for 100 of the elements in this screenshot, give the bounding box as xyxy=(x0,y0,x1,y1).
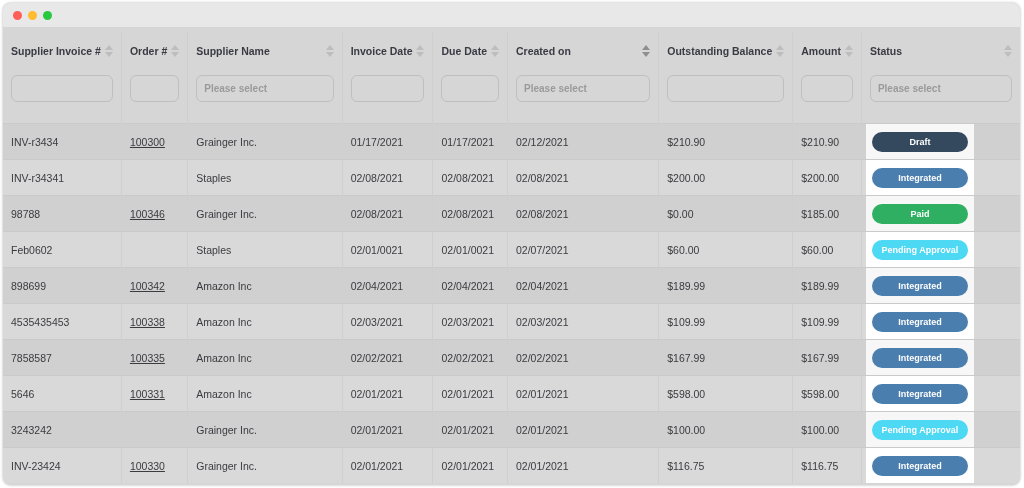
column-header: Outstanding Balance xyxy=(667,45,773,57)
order-link[interactable]: 100330 xyxy=(129,459,165,472)
column-header: Amount xyxy=(801,45,841,57)
sort-icon[interactable] xyxy=(776,45,785,57)
sort-icon[interactable] xyxy=(1004,45,1012,57)
column-header: Due Date xyxy=(441,45,487,57)
table-cell: 898699 xyxy=(11,279,47,292)
table-cell: INV-r34341 xyxy=(11,171,65,184)
table-cell: 02/02/2021 xyxy=(350,351,404,364)
table-cell: 02/01/2021 xyxy=(516,423,569,436)
table-cell: $60.00 xyxy=(667,243,700,256)
table-cell: 02/08/2021 xyxy=(441,207,495,220)
table-cell: 5646 xyxy=(11,387,35,400)
table-cell: 3243242 xyxy=(11,423,52,436)
table-cell: $598.00 xyxy=(801,387,840,400)
table-cell: 02/01/0021 xyxy=(441,243,495,256)
table-cell: 02/04/2021 xyxy=(516,279,569,292)
table-cell: 02/03/2021 xyxy=(441,315,495,328)
table-cell: Grainger Inc. xyxy=(196,135,257,148)
column-header: Order # xyxy=(129,45,168,57)
table-cell: 01/17/2021 xyxy=(350,135,404,148)
status-badge: Integrated xyxy=(871,167,968,188)
table-cell: 02/02/2021 xyxy=(441,351,495,364)
status-badge: Integrated xyxy=(871,275,968,296)
table-cell: 02/04/2021 xyxy=(350,279,404,292)
table-cell: $210.90 xyxy=(667,135,706,148)
status-badge: Pending Approval xyxy=(871,419,968,440)
table-cell: 02/12/2021 xyxy=(516,135,569,148)
table-cell: Grainger Inc. xyxy=(196,423,257,436)
sort-icon[interactable] xyxy=(104,45,113,57)
table-cell: 02/01/2021 xyxy=(441,459,495,472)
table-cell: 02/01/2021 xyxy=(350,459,404,472)
table-cell: $200.00 xyxy=(801,171,840,184)
table-cell: INV-23424 xyxy=(11,459,61,472)
table-cell: $185.00 xyxy=(801,207,840,220)
table-cell: $116.75 xyxy=(801,459,839,472)
table-cell: $167.99 xyxy=(667,351,706,364)
table-cell: $0.00 xyxy=(667,207,694,220)
order-link[interactable]: 100342 xyxy=(129,279,165,292)
filter-select[interactable]: Please select xyxy=(869,75,1012,102)
sort-icon[interactable] xyxy=(416,45,425,57)
table-cell: $100.00 xyxy=(667,423,706,436)
sort-icon[interactable] xyxy=(171,45,180,57)
table-cell: Grainger Inc. xyxy=(196,459,257,472)
order-link[interactable]: 100346 xyxy=(129,207,165,220)
table-cell: 02/01/2021 xyxy=(516,459,569,472)
table-cell: 01/17/2021 xyxy=(441,135,495,148)
table-cell: 02/02/2021 xyxy=(516,351,569,364)
status-badge: Paid xyxy=(871,203,968,224)
status-badge: Integrated xyxy=(871,347,968,368)
order-link[interactable]: 100331 xyxy=(129,387,165,400)
column-header: Invoice Date xyxy=(350,45,413,57)
order-link[interactable]: 100335 xyxy=(129,351,165,364)
status-badge: Draft xyxy=(871,131,968,152)
table-cell: $60.00 xyxy=(801,243,834,256)
table-cell: 02/01/0021 xyxy=(350,243,404,256)
filter-select[interactable]: Please select xyxy=(196,75,334,102)
status-badge: Integrated xyxy=(871,311,968,332)
table-cell: Amazon Inc xyxy=(196,279,252,292)
table-cell: 02/01/2021 xyxy=(441,387,495,400)
table-cell: 02/01/2021 xyxy=(350,423,404,436)
table-cell: $189.99 xyxy=(667,279,706,292)
table-cell: 98788 xyxy=(11,207,41,220)
status-badge: Integrated xyxy=(871,455,968,476)
column-header: Supplier Invoice # xyxy=(11,45,101,57)
sort-icon[interactable] xyxy=(491,45,499,57)
column-header: Status xyxy=(869,45,902,57)
table-cell: 02/03/2021 xyxy=(516,315,569,328)
table-cell: 02/07/2021 xyxy=(516,243,569,256)
table-cell: 02/03/2021 xyxy=(350,315,404,328)
table-cell: $210.90 xyxy=(801,135,840,148)
table-cell: $109.99 xyxy=(667,315,706,328)
table-cell: $200.00 xyxy=(667,171,706,184)
table-cell: $189.99 xyxy=(801,279,840,292)
table-cell: Feb0602 xyxy=(11,243,53,256)
maximize-button[interactable] xyxy=(43,10,52,20)
table-cell: 02/04/2021 xyxy=(441,279,495,292)
sort-icon[interactable] xyxy=(844,45,853,57)
sort-icon[interactable] xyxy=(325,45,334,57)
column-header: Supplier Name xyxy=(196,45,270,57)
order-link[interactable]: 100338 xyxy=(129,315,165,328)
table-cell: Amazon Inc xyxy=(196,387,252,400)
table-cell: 02/08/2021 xyxy=(350,171,404,184)
table-cell: 4535435453 xyxy=(11,315,70,328)
table-cell: 02/08/2021 xyxy=(350,207,404,220)
sort-icon[interactable] xyxy=(642,45,651,57)
order-link[interactable]: 100300 xyxy=(129,135,165,148)
table-cell: 02/01/2021 xyxy=(441,423,495,436)
table-cell: Amazon Inc xyxy=(196,351,252,364)
table-cell: Amazon Inc xyxy=(196,315,252,328)
status-badge: Pending Approval xyxy=(871,239,968,260)
filter-select[interactable]: Please select xyxy=(516,75,651,102)
table-cell: $598.00 xyxy=(667,387,706,400)
close-button[interactable] xyxy=(13,10,22,20)
table-cell: 02/08/2021 xyxy=(441,171,495,184)
table-cell: 02/08/2021 xyxy=(516,171,569,184)
table-cell: 7858587 xyxy=(11,351,52,364)
table-cell: Staples xyxy=(196,171,232,184)
minimize-button[interactable] xyxy=(28,10,37,20)
table-cell: $109.99 xyxy=(801,315,840,328)
